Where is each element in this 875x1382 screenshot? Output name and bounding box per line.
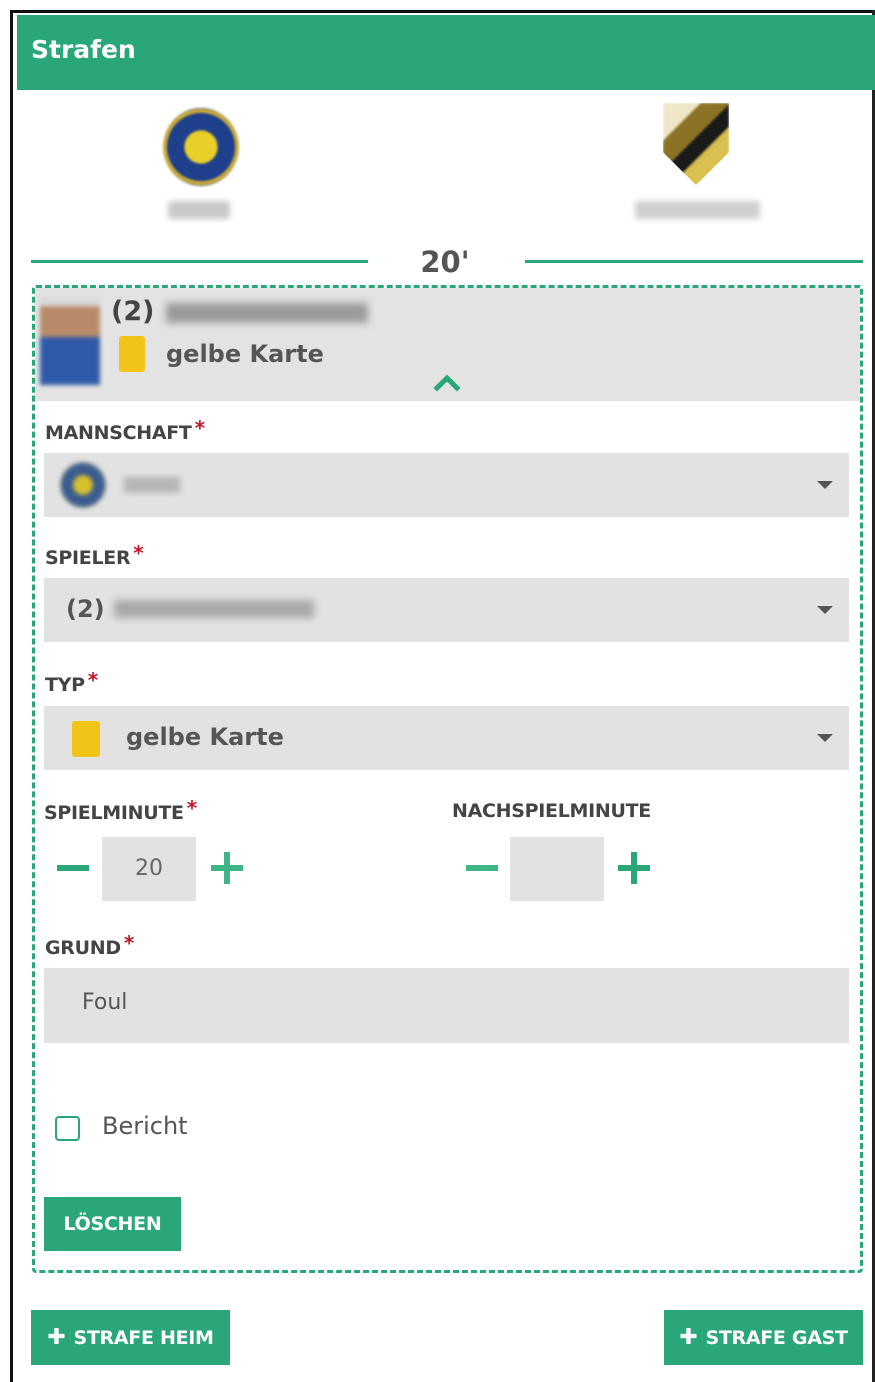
minute-divider-left bbox=[31, 260, 368, 263]
add-away-penalty-button[interactable]: ✚ STRAFE GAST bbox=[664, 1310, 863, 1365]
caret-down-icon bbox=[817, 606, 833, 614]
extra-minute-field-label: NACHSPIELMINUTE bbox=[452, 800, 651, 822]
extra-minute-decrement-button[interactable] bbox=[464, 850, 500, 886]
minute-input[interactable]: 20 bbox=[102, 837, 196, 901]
type-field-label: TYP * bbox=[45, 668, 98, 696]
minute-decrement-button[interactable] bbox=[55, 850, 91, 886]
yellow-card-icon bbox=[119, 336, 145, 372]
panel-title: Strafen bbox=[31, 35, 136, 64]
delete-button[interactable]: LÖSCHEN bbox=[44, 1197, 181, 1251]
reason-field-label: GRUND * bbox=[45, 931, 134, 959]
team-field-label: MANNSCHAFT * bbox=[45, 416, 205, 444]
caret-down-icon bbox=[817, 481, 833, 489]
type-select[interactable]: gelbe Karte bbox=[44, 706, 849, 770]
extra-minute-increment-button[interactable] bbox=[616, 850, 652, 886]
team-select[interactable]: ████ bbox=[44, 453, 849, 517]
summary-player-name: ████████, ████ bbox=[166, 303, 368, 323]
team-name-home: ████ bbox=[168, 201, 230, 219]
reason-input[interactable]: Foul bbox=[44, 968, 849, 1043]
player-field-label: SPIELER * bbox=[45, 541, 144, 569]
summary-player-number: (2) bbox=[111, 296, 155, 327]
team-crest-home-icon bbox=[163, 108, 239, 186]
plus-icon: ✚ bbox=[47, 1325, 66, 1350]
player-select-number: (2) bbox=[66, 595, 105, 623]
player-select-value: ████████, ████ bbox=[114, 600, 314, 618]
yellow-card-icon bbox=[72, 721, 100, 757]
team-name-away: ████████ bbox=[635, 201, 760, 219]
caret-down-icon bbox=[817, 734, 833, 742]
add-home-penalty-label: STRAFE HEIM bbox=[73, 1327, 214, 1349]
player-select[interactable]: (2) ████████, ████ bbox=[44, 578, 849, 642]
minute-divider-right bbox=[525, 260, 863, 263]
extra-minute-input[interactable] bbox=[510, 837, 604, 901]
team-select-value: ████ bbox=[124, 477, 180, 493]
report-checkbox[interactable] bbox=[55, 1116, 80, 1141]
minute-divider-label: 20' bbox=[420, 245, 470, 279]
player-avatar bbox=[40, 297, 100, 385]
chevron-up-icon[interactable] bbox=[432, 368, 462, 394]
add-away-penalty-label: STRAFE GAST bbox=[705, 1327, 848, 1349]
type-select-value: gelbe Karte bbox=[126, 723, 284, 751]
minute-field-label: SPIELMINUTE * bbox=[44, 796, 197, 824]
reason-input-value: Foul bbox=[82, 990, 128, 1015]
add-home-penalty-button[interactable]: ✚ STRAFE HEIM bbox=[31, 1310, 230, 1365]
minute-increment-button[interactable] bbox=[209, 850, 245, 886]
panel-header: Strafen bbox=[17, 15, 875, 90]
team-crest-icon bbox=[60, 462, 106, 508]
plus-icon: ✚ bbox=[679, 1325, 698, 1350]
summary-penalty-type: gelbe Karte bbox=[166, 340, 324, 368]
report-checkbox-label[interactable]: Bericht bbox=[102, 1112, 188, 1140]
